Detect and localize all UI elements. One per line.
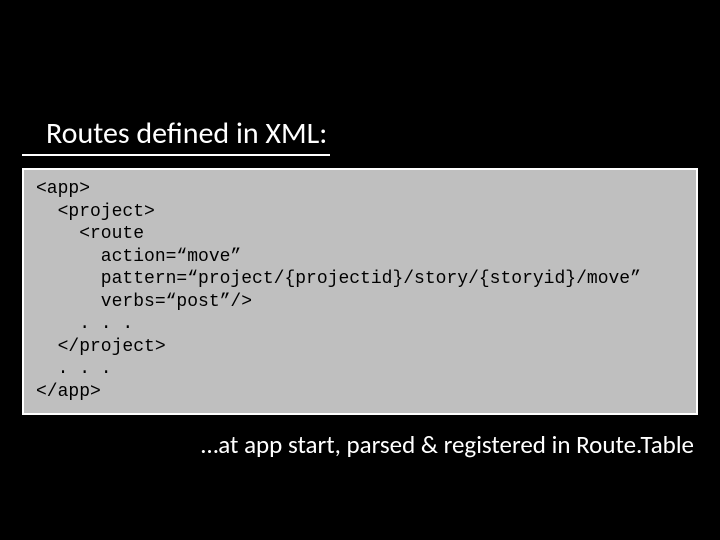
slide-heading: Routes defined in XML: [22, 0, 330, 156]
code-line-7: . . . [36, 313, 684, 336]
code-line-9: . . . [36, 358, 684, 381]
slide-footer: …at app start, parsed & registered in Ro… [0, 415, 720, 460]
code-line-8: </project> [36, 336, 684, 359]
code-line-6: verbs=“post”/> [36, 291, 684, 314]
code-line-4: action=“move” [36, 246, 684, 269]
code-block: <app> <project> <route action=“move” pat… [22, 168, 698, 415]
code-line-5: pattern=“project/{projectid}/story/{stor… [36, 268, 684, 291]
code-line-1: <app> [36, 178, 684, 201]
code-line-2: <project> [36, 201, 684, 224]
code-line-3: <route [36, 223, 684, 246]
code-line-10: </app> [36, 381, 684, 404]
slide: Routes defined in XML: <app> <project> <… [0, 0, 720, 540]
